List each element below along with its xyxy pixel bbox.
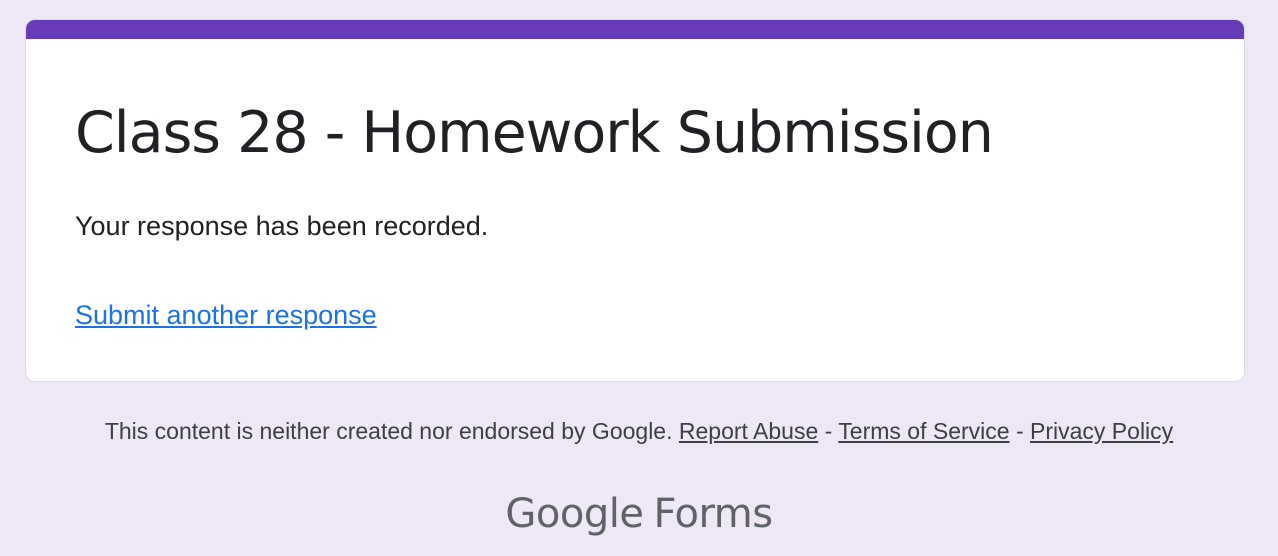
- confirmation-message: Your response has been recorded.: [75, 211, 489, 241]
- brand-product-name: Forms: [653, 491, 773, 537]
- brand-google-wordmark: Google: [505, 491, 644, 537]
- report-abuse-link[interactable]: Report Abuse: [679, 418, 818, 444]
- privacy-policy-link[interactable]: Privacy Policy: [1030, 418, 1173, 444]
- google-forms-logo[interactable]: Google Forms: [0, 488, 1278, 540]
- submit-another-response-link[interactable]: Submit another response: [75, 299, 377, 331]
- disclaimer-text: This content is neither created nor endo…: [104, 418, 673, 444]
- footer-separator: -: [824, 418, 833, 444]
- footer-disclaimer: This content is neither created nor endo…: [0, 417, 1278, 445]
- response-card: Class 28 - Homework Submission Your resp…: [25, 19, 1245, 382]
- terms-of-service-link[interactable]: Terms of Service: [838, 418, 1009, 444]
- form-title: Class 28 - Homework Submission: [75, 100, 994, 166]
- card-accent-bar: [26, 20, 1244, 39]
- footer-separator: -: [1015, 418, 1024, 444]
